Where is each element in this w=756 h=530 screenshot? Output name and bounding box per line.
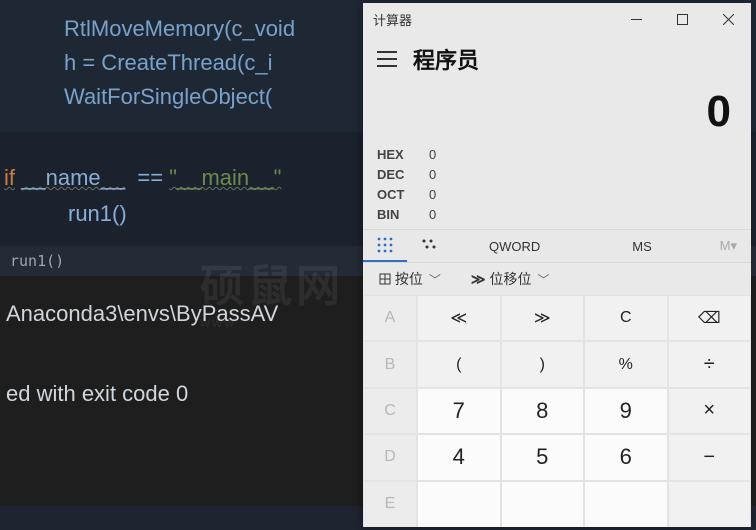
- key-5[interactable]: 5: [501, 434, 585, 480]
- bit-toggle-mode-button[interactable]: [407, 230, 451, 262]
- chevron-down-icon: ﹀: [537, 273, 549, 287]
- minimize-icon: [631, 14, 642, 25]
- key-clear[interactable]: C: [584, 295, 668, 341]
- hamburger-icon: [377, 65, 397, 67]
- window-title: 计算器: [373, 10, 412, 29]
- calc-header: 程序员: [363, 35, 751, 77]
- key-8[interactable]: 8: [501, 388, 585, 434]
- minimize-button[interactable]: [613, 3, 659, 35]
- key-7[interactable]: 7: [417, 388, 501, 434]
- base-oct[interactable]: OCT0: [377, 185, 737, 205]
- hamburger-icon: [377, 58, 397, 60]
- identifier-name: __name__: [21, 165, 125, 190]
- word-size-button[interactable]: QWORD: [451, 230, 578, 262]
- base-bin[interactable]: BIN0: [377, 205, 737, 225]
- titlebar[interactable]: 计算器: [363, 3, 751, 35]
- operator-eq: ==: [137, 165, 163, 190]
- key-divide[interactable]: ÷: [668, 341, 752, 387]
- shift-icon: ≫: [471, 271, 486, 287]
- key-blank: [501, 481, 585, 527]
- key-9[interactable]: 9: [584, 388, 668, 434]
- key-6[interactable]: 6: [584, 434, 668, 480]
- key-blank: [668, 481, 752, 527]
- key-backspace[interactable]: ⌫: [668, 295, 752, 341]
- keyword-if: if: [4, 165, 15, 190]
- key-lshift[interactable]: ≪: [417, 295, 501, 341]
- base-dec[interactable]: DEC0: [377, 165, 737, 185]
- key-multiply[interactable]: ×: [668, 388, 752, 434]
- keypad-mode-button[interactable]: [363, 230, 407, 262]
- key-d[interactable]: D: [363, 434, 417, 480]
- key-a[interactable]: A: [363, 295, 417, 341]
- calc-subbar: 按位﹀ ≫ 位移位﹀: [363, 263, 751, 295]
- bitwise-icon: [379, 273, 391, 285]
- maximize-icon: [677, 14, 688, 25]
- memory-dropdown-button[interactable]: M▾: [706, 230, 751, 262]
- key-blank: [417, 481, 501, 527]
- bit-icon: [421, 238, 437, 254]
- keypad-icon: [377, 237, 393, 253]
- bitwise-dropdown[interactable]: 按位﹀: [379, 269, 445, 289]
- bitshift-dropdown[interactable]: ≫ 位移位﹀: [471, 269, 554, 289]
- key-minus[interactable]: −: [668, 434, 752, 480]
- calc-display: 0: [363, 77, 751, 143]
- number-bases: HEX0 DEC0 OCT0 BIN0: [363, 143, 751, 229]
- key-blank: [584, 481, 668, 527]
- key-e[interactable]: E: [363, 481, 417, 527]
- close-button[interactable]: [705, 3, 751, 35]
- mode-title: 程序员: [413, 43, 479, 75]
- close-icon: [723, 14, 734, 25]
- string-main: "__main__": [169, 165, 281, 190]
- key-rparen[interactable]: ): [501, 341, 585, 387]
- calculator-window: 计算器 程序员 0 HEX0 DEC0 OCT0 B: [363, 3, 751, 527]
- key-c[interactable]: C: [363, 388, 417, 434]
- keypad: A≪≫C⌫B()%÷C789×D456−E: [363, 295, 751, 527]
- hamburger-icon: [377, 51, 397, 53]
- key-4[interactable]: 4: [417, 434, 501, 480]
- memory-store-button[interactable]: MS: [578, 230, 705, 262]
- chevron-down-icon: ﹀: [429, 273, 441, 287]
- key-percent[interactable]: %: [584, 341, 668, 387]
- menu-button[interactable]: [377, 51, 397, 67]
- maximize-button[interactable]: [659, 3, 705, 35]
- key-b[interactable]: B: [363, 341, 417, 387]
- calc-toolbar: QWORD MS M▾: [363, 229, 751, 263]
- key-lparen[interactable]: (: [417, 341, 501, 387]
- key-rshift[interactable]: ≫: [501, 295, 585, 341]
- base-hex[interactable]: HEX0: [377, 145, 737, 165]
